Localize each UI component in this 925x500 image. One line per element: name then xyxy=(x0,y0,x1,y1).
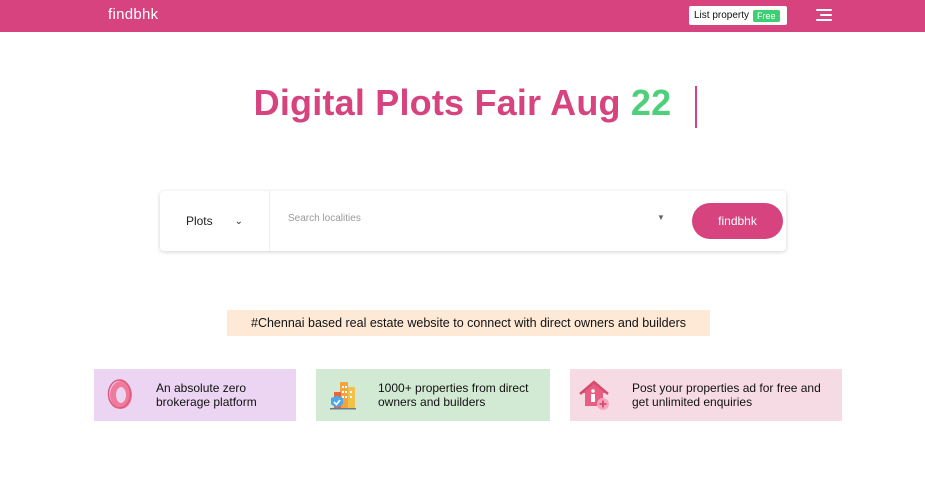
hero: Digital Plots Fair Aug 22 xyxy=(0,82,925,124)
tagline: #Chennai based real estate website to co… xyxy=(227,310,710,336)
feature-text-line2: get unlimited enquiries xyxy=(632,395,753,409)
search-card: Plots ⌄ Search localities ▼ findbhk xyxy=(160,191,786,251)
property-type-value: Plots xyxy=(185,214,213,228)
property-type-select[interactable]: Plots ⌄ xyxy=(160,191,270,251)
buildings-icon xyxy=(330,382,356,410)
feature-direct-properties: 1000+ properties from direct owners and … xyxy=(316,369,550,421)
feature-text-line1: 1000+ properties from direct xyxy=(378,381,529,395)
feature-text-line1: An absolute zero xyxy=(156,381,247,395)
dropdown-caret-icon[interactable]: ▼ xyxy=(657,213,665,222)
house-add-icon xyxy=(579,380,609,410)
chevron-down-icon: ⌄ xyxy=(234,215,244,227)
menu-icon[interactable] xyxy=(812,8,832,22)
free-badge: Free xyxy=(753,9,780,22)
feature-zero-brokerage: An absolute zero brokerage platform xyxy=(94,369,296,421)
feature-free-posting: Post your properties ad for free and get… xyxy=(570,369,842,421)
hero-title-accent: 22 xyxy=(630,82,672,123)
brand-logo[interactable]: findbhk xyxy=(108,6,158,23)
feature-text-line2: owners and builders xyxy=(378,395,486,409)
hero-title-text: Digital Plots Fair Aug xyxy=(253,82,621,123)
feature-text-line2: brokerage platform xyxy=(156,395,257,409)
hero-title: Digital Plots Fair Aug 22 xyxy=(254,82,672,124)
feature-text-line1: Post your properties ad for free and xyxy=(632,381,821,395)
search-submit-button[interactable]: findbhk xyxy=(692,203,783,239)
zero-icon xyxy=(107,379,132,409)
locality-search-input[interactable]: Search localities xyxy=(288,213,668,224)
typing-cursor xyxy=(695,86,697,128)
top-navbar: findbhk List property Free xyxy=(0,0,925,32)
list-property-button[interactable]: List property Free xyxy=(689,6,787,25)
list-property-label: List property xyxy=(694,10,750,21)
